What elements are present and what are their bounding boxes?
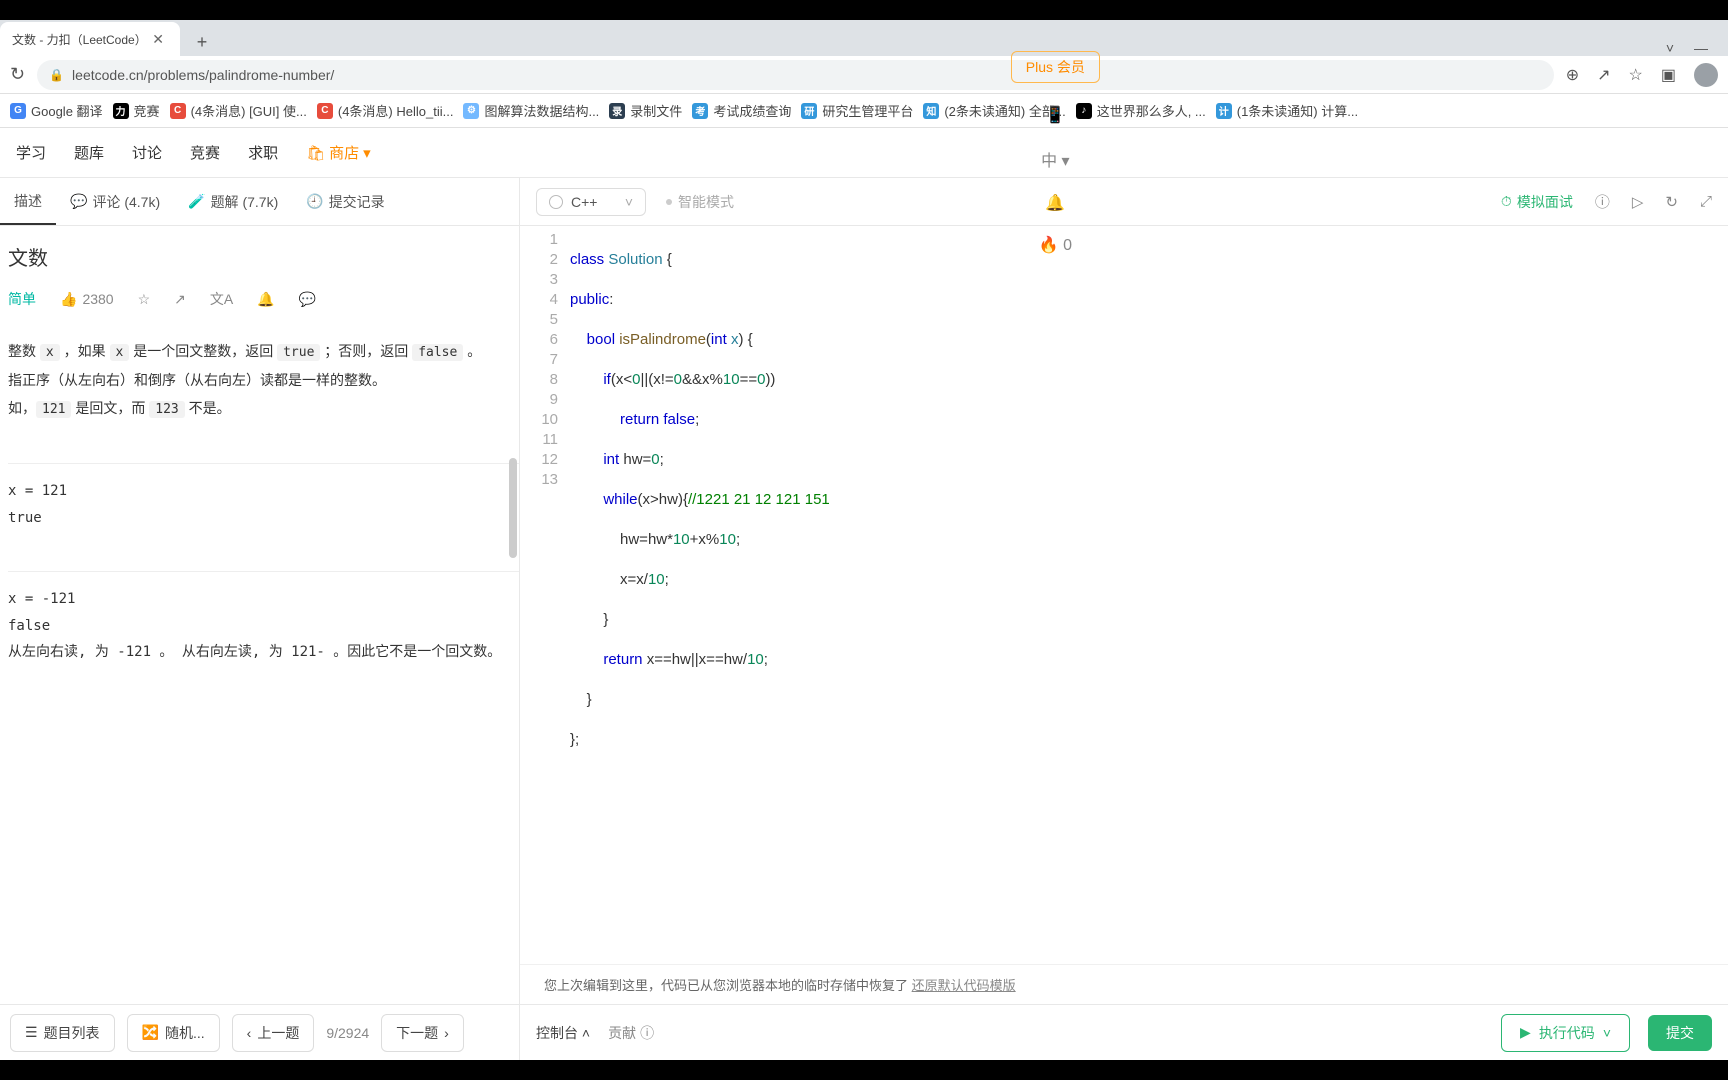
translate-button[interactable]: 文A bbox=[210, 289, 233, 309]
next-button[interactable]: 下一题 › bbox=[381, 1014, 464, 1052]
example-1: x = 121 true bbox=[8, 463, 519, 531]
chevron-down-icon: ˅ bbox=[625, 194, 633, 210]
reload-icon[interactable]: ↻ bbox=[10, 64, 25, 85]
language-select[interactable]: C++ ˅ bbox=[536, 188, 646, 216]
contribute-link[interactable]: 贡献 ⓘ bbox=[608, 1023, 654, 1043]
share-button[interactable]: ↗ bbox=[174, 291, 186, 308]
feedback-button[interactable]: 💬 bbox=[299, 291, 316, 308]
tab-solutions[interactable]: 🧪 题解 (7.7k) bbox=[174, 178, 292, 225]
info-icon[interactable]: ⓘ bbox=[1595, 191, 1610, 212]
browser-tab[interactable]: 文数 - 力扣（LeetCode） ✕ bbox=[0, 22, 180, 56]
restore-bar: 您上次编辑到这里，代码已从您浏览器本地的临时存储中恢复了 还原默认代码模版 bbox=[520, 964, 1728, 1004]
run-code-button[interactable]: ▶ 执行代码 ˅ bbox=[1501, 1014, 1630, 1052]
bottom-nav-left: ☰ 题目列表 🔀 随机... ‹ 上一题 9/2924 下一题 › bbox=[0, 1004, 519, 1060]
favicon-icon: C bbox=[170, 103, 186, 119]
fullscreen-icon[interactable]: ⤢ bbox=[1700, 193, 1712, 210]
tab-comments[interactable]: 💬 评论 (4.7k) bbox=[56, 178, 174, 225]
info-icon bbox=[549, 195, 563, 209]
bottom-nav-right: 控制台 ˄ 贡献 ⓘ ▶ 执行代码 ˅ 提交 bbox=[520, 1004, 1728, 1060]
nav-store[interactable]: 🛍 商店 ▾ bbox=[306, 142, 371, 163]
code-editor[interactable]: 12345678910111213 class Solution { publi… bbox=[520, 226, 1728, 964]
run-icon[interactable]: ▷ bbox=[1632, 193, 1644, 211]
site-nav: 学习 题库 讨论 竞赛 求职 🛍 商店 ▾ Plus 会员 📱 中 ▾ 🔔 🔥 … bbox=[0, 128, 1728, 178]
console-toggle[interactable]: 控制台 ˄ bbox=[536, 1023, 590, 1043]
favicon-icon: G bbox=[10, 103, 26, 119]
star-button[interactable]: ☆ bbox=[138, 291, 151, 308]
like-button[interactable]: 👍 2380 bbox=[60, 291, 114, 308]
nav-contest[interactable]: 竞赛 bbox=[190, 142, 220, 163]
mock-interview-button[interactable]: ⏱ 模拟面试 bbox=[1501, 192, 1573, 212]
phone-icon[interactable]: 📱 bbox=[1045, 105, 1065, 125]
new-tab-button[interactable]: + bbox=[188, 28, 216, 56]
url-text: leetcode.cn/problems/palindrome-number/ bbox=[72, 67, 334, 83]
tab-close-icon[interactable]: ✕ bbox=[148, 31, 168, 48]
tab-description[interactable]: 描述 bbox=[0, 178, 56, 225]
problem-tabs: 描述 💬 评论 (4.7k) 🧪 题解 (7.7k) 🕘 提交记录 bbox=[0, 178, 519, 226]
reset-icon[interactable]: ↻ bbox=[1665, 193, 1678, 211]
nav-learn[interactable]: 学习 bbox=[16, 142, 46, 163]
problem-title: 文数 bbox=[8, 242, 48, 271]
editor-toolbar: C++ ˅ 智能模式 ⏱ 模拟面试 ⓘ ▷ ↻ ⤢ bbox=[520, 178, 1728, 226]
bookmark-item[interactable]: C(4条消息) [GUI] 使... bbox=[170, 101, 307, 120]
smart-mode-toggle[interactable]: 智能模式 bbox=[666, 192, 734, 212]
favicon-icon: 力 bbox=[113, 103, 129, 119]
problem-description: 整数 x ，如果 x 是一个回文整数，返回 true ；否则，返回 false … bbox=[8, 337, 519, 423]
line-gutter: 12345678910111213 bbox=[520, 230, 570, 964]
progress-text: 9/2924 bbox=[326, 1025, 369, 1041]
difficulty-badge: 简单 bbox=[8, 289, 36, 309]
plus-member-button[interactable]: Plus 会员 bbox=[1011, 51, 1100, 83]
lock-icon: 🔒 bbox=[49, 68, 64, 82]
tab-title: 文数 - 力扣（LeetCode） bbox=[12, 31, 147, 48]
language-switch[interactable]: 中 ▾ bbox=[1041, 147, 1070, 171]
problem-list-button[interactable]: ☰ 题目列表 bbox=[10, 1014, 115, 1052]
restore-default-link[interactable]: 还原默认代码模版 bbox=[912, 978, 1016, 993]
favicon-icon: C bbox=[317, 103, 333, 119]
submit-button[interactable]: 提交 bbox=[1648, 1015, 1712, 1051]
example-2: x = -121 false 从左向右读, 为 -121 。 从右向左读, 为 … bbox=[8, 571, 519, 666]
bookmark-item[interactable]: 力竞赛 bbox=[113, 101, 160, 120]
random-button[interactable]: 🔀 随机... bbox=[127, 1014, 220, 1052]
nav-discuss[interactable]: 讨论 bbox=[132, 142, 162, 163]
bookmark-item[interactable]: GGoogle 翻译 bbox=[10, 101, 103, 120]
tab-submissions[interactable]: 🕘 提交记录 bbox=[292, 178, 398, 225]
prev-button[interactable]: ‹ 上一题 bbox=[232, 1014, 315, 1052]
nav-problems[interactable]: 题库 bbox=[74, 142, 104, 163]
notify-button[interactable]: 🔔 bbox=[257, 291, 274, 308]
code-content[interactable]: class Solution { public: bool isPalindro… bbox=[570, 230, 1728, 964]
scrollbar-thumb[interactable] bbox=[509, 458, 517, 558]
nav-jobs[interactable]: 求职 bbox=[248, 142, 278, 163]
